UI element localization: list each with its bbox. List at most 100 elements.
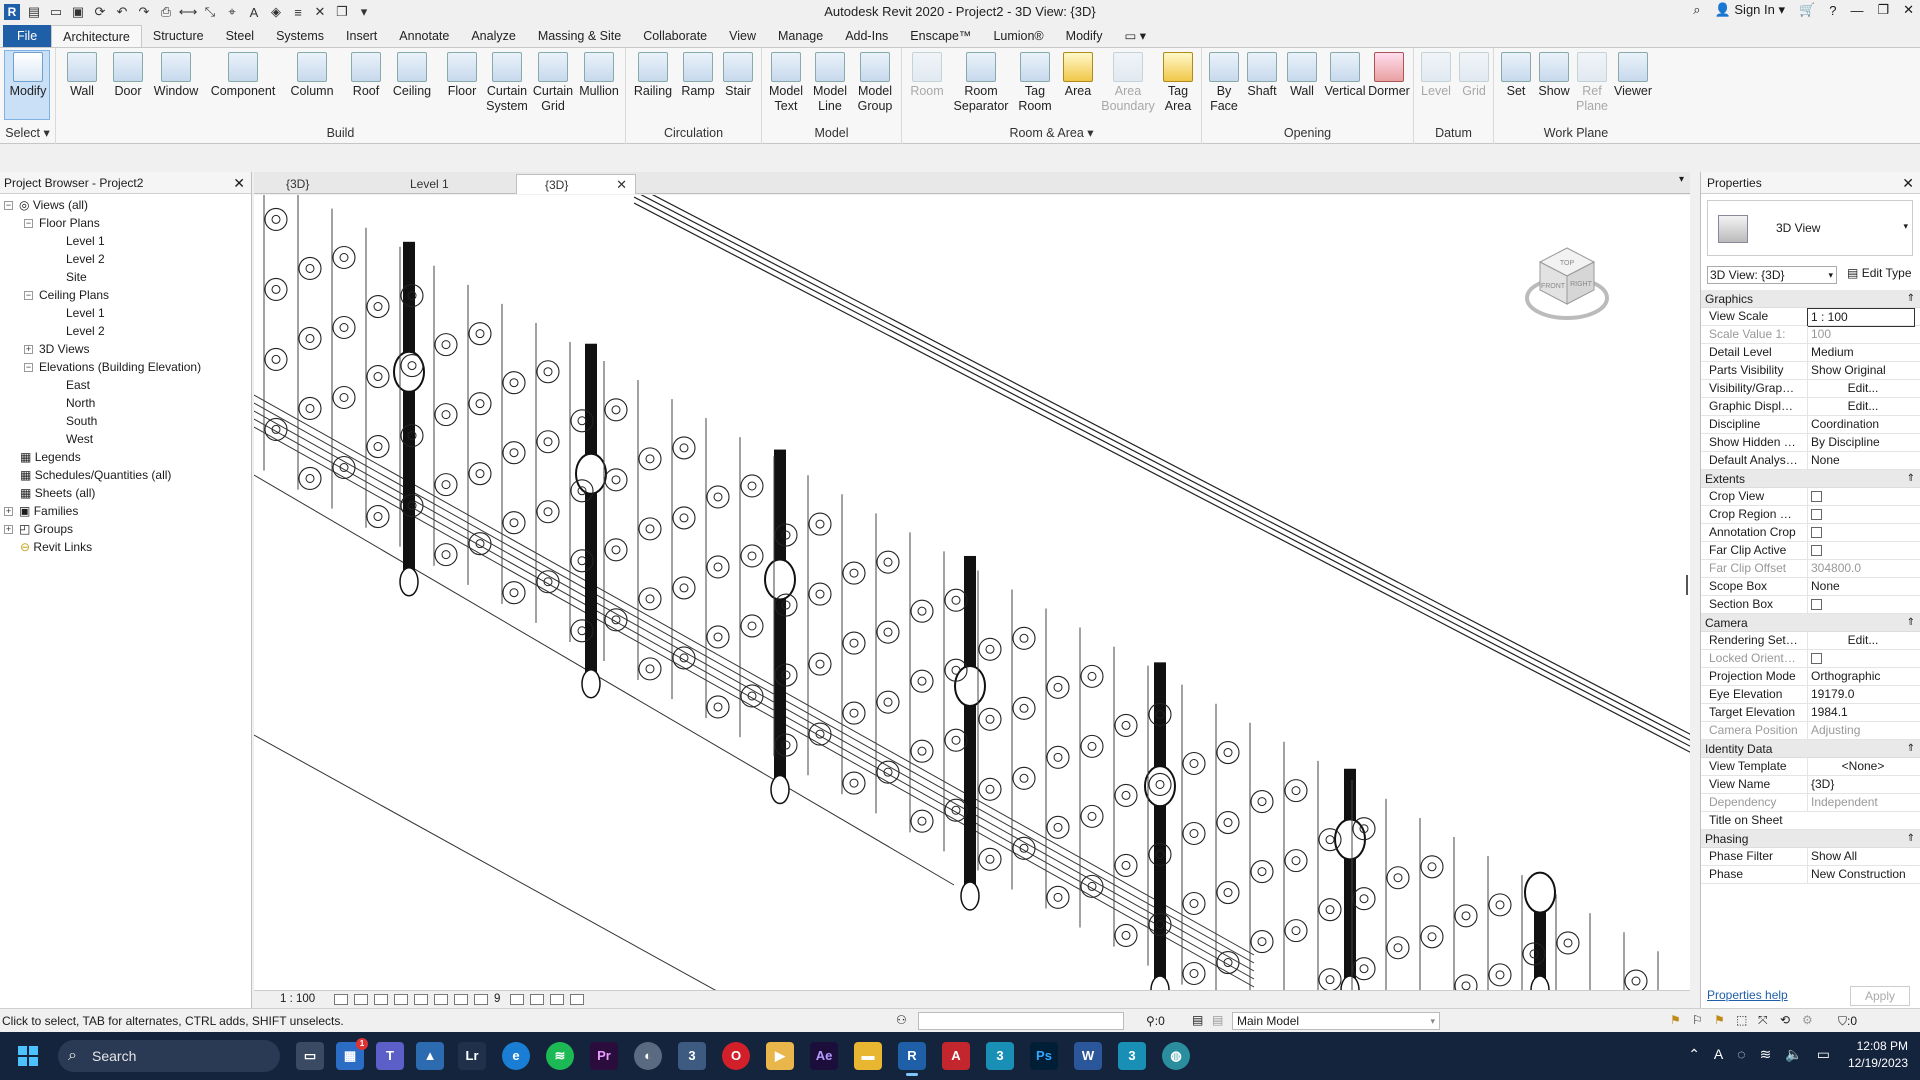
task-view-icon[interactable]: ▭ [296,1042,324,1070]
tab-structure[interactable]: Structure [142,25,215,47]
temp-properties-icon[interactable] [530,994,544,1005]
roof-button[interactable]: Roof [344,52,388,99]
tree-item-site[interactable]: Site [66,268,87,286]
chevron-up-icon[interactable]: ⌃ [1688,1046,1700,1063]
property-value[interactable]: 1 : 100 [1807,308,1915,327]
sun-path-icon[interactable] [374,994,388,1005]
select-pinned-icon[interactable]: ⚑ [1714,1013,1725,1027]
taskbar-search[interactable]: ⌕ Search [58,1040,280,1072]
property-row[interactable]: View Template <None> [1701,758,1920,776]
teams-icon[interactable]: T [376,1042,404,1070]
property-row[interactable]: Crop Region Vis... [1701,506,1920,524]
detail-level-icon[interactable] [334,994,348,1005]
tag-room-button[interactable]: Tag Room [1012,52,1058,114]
property-value[interactable] [1807,650,1915,667]
save-icon[interactable]: ▣ [70,4,86,20]
property-category[interactable]: Phasing ⇑ [1701,830,1920,848]
tree-item-north[interactable]: North [66,394,95,412]
tree-item-floor-plans[interactable]: − Floor Plans [24,214,100,232]
measure-icon[interactable]: ⟷ [179,4,198,20]
widgets-icon[interactable]: ▦ 1 [336,1038,368,1070]
sync-icon[interactable]: ⟳ [92,4,108,20]
tab-systems[interactable]: Systems [265,25,335,47]
3dsmax-2-icon[interactable]: 3 [1118,1042,1146,1070]
premiere-icon[interactable]: Pr [590,1042,618,1070]
tab-lumion[interactable]: Lumion® [982,25,1054,47]
property-value[interactable] [1807,542,1915,559]
property-row[interactable]: Show Hidden Li... By Discipline [1701,434,1920,452]
wall-opening-button[interactable]: Wall [1282,52,1322,99]
grid-button[interactable]: Grid [1454,52,1494,99]
curtain-grid-button[interactable]: Curtain Grid [528,52,578,114]
collapse-icon[interactable]: ⇑ [1907,290,1915,308]
ceiling-button[interactable]: Ceiling [386,52,438,99]
tree-item-elevations[interactable]: − Elevations (Building Elevation) [24,358,201,376]
volume-icon[interactable]: 🔈 [1785,1046,1802,1063]
dormer-button[interactable]: Dormer [1366,52,1412,99]
property-row[interactable]: Default Analysis... None [1701,452,1920,470]
property-checkbox[interactable] [1811,545,1822,557]
workset-selector[interactable] [918,1012,1124,1030]
autocad-icon[interactable]: A [942,1042,970,1070]
viewcube[interactable]: TOP FRONT RIGHT [1524,240,1610,326]
view-tab-level-1[interactable]: Level 1 [382,174,512,194]
tree-item-families[interactable]: + ▣ Families [4,502,78,520]
tree-item-west[interactable]: West [66,430,93,448]
sketchup-icon[interactable]: 3 [678,1042,706,1070]
wall-button[interactable]: Wall [60,52,104,99]
ramp-button[interactable]: Ramp [678,52,718,99]
tree-item-south[interactable]: South [66,412,97,430]
tag-icon[interactable]: ⌖ [224,4,240,20]
drawing-area[interactable]: TOP FRONT RIGHT [254,195,1690,990]
lock-view-icon[interactable] [474,994,488,1005]
property-value[interactable] [1807,488,1915,505]
tab-massing-site[interactable]: Massing & Site [527,25,632,47]
room-button[interactable]: Room [904,52,950,99]
property-value[interactable]: Edit... [1807,380,1915,397]
active-model-selector[interactable]: Main Model ▾ [1232,1012,1440,1030]
shaft-button[interactable]: Shaft [1242,52,1282,99]
lightroom-icon[interactable]: Lr [458,1042,486,1070]
property-row[interactable]: View Scale 1 : 100 [1701,308,1920,327]
property-value[interactable]: Independent [1807,794,1915,811]
property-checkbox[interactable] [1811,509,1822,521]
property-row[interactable]: Far Clip Active [1701,542,1920,560]
property-row[interactable]: Section Box [1701,596,1920,614]
property-value[interactable]: 100 [1807,326,1915,343]
collapse-icon[interactable]: ⇑ [1907,830,1915,848]
property-value[interactable]: {3D} [1807,776,1915,793]
property-row[interactable]: Target Elevation 1984.1 [1701,704,1920,722]
property-value[interactable] [1807,524,1915,541]
property-value[interactable]: Show Original [1807,362,1915,379]
property-row[interactable]: Crop View [1701,488,1920,506]
component-button[interactable]: Component [202,52,284,99]
instance-selector[interactable]: 3D View: {3D} ▾ [1707,266,1837,284]
text-icon[interactable]: A [246,4,262,20]
property-value[interactable] [1807,596,1915,613]
lumion-icon[interactable]: ◍ [1162,1042,1190,1070]
temp-hide-count[interactable]: 9 [494,993,500,1005]
analytical-model-icon[interactable] [550,994,564,1005]
tree-item-legends[interactable]: ▦ Legends [20,448,81,466]
tag-area-button[interactable]: Tag Area [1156,52,1200,114]
vertical-scroll-indicator[interactable] [1686,575,1688,595]
background-process-icon[interactable]: ⟲ [1780,1013,1790,1027]
tab-enscape[interactable]: Enscape™ [899,25,982,47]
wifi-icon[interactable]: ≋ [1760,1046,1772,1063]
file-explorer-icon[interactable]: ▬ [854,1042,882,1070]
property-category[interactable]: Identity Data ⇑ [1701,740,1920,758]
set-button[interactable]: Set [1496,52,1536,99]
type-dropdown-icon[interactable]: ▾ [1903,221,1908,232]
default-3d-view-icon[interactable]: ◈ [268,4,284,20]
photos-icon[interactable]: ▲ [416,1042,444,1070]
property-row[interactable]: Eye Elevation 19179.0 [1701,686,1920,704]
highlight-displacement-icon[interactable] [570,994,584,1005]
tab-manage[interactable]: Manage [767,25,834,47]
tree-item-groups[interactable]: + ◰ Groups [4,520,73,538]
power-icon[interactable]: ◌ [1737,1046,1745,1063]
property-row[interactable]: Graphic Display... Edit... [1701,398,1920,416]
property-value[interactable]: 19179.0 [1807,686,1915,703]
door-button[interactable]: Door [106,52,150,99]
ref-plane-button[interactable]: Ref Plane [1572,52,1612,114]
property-checkbox[interactable] [1811,491,1822,503]
